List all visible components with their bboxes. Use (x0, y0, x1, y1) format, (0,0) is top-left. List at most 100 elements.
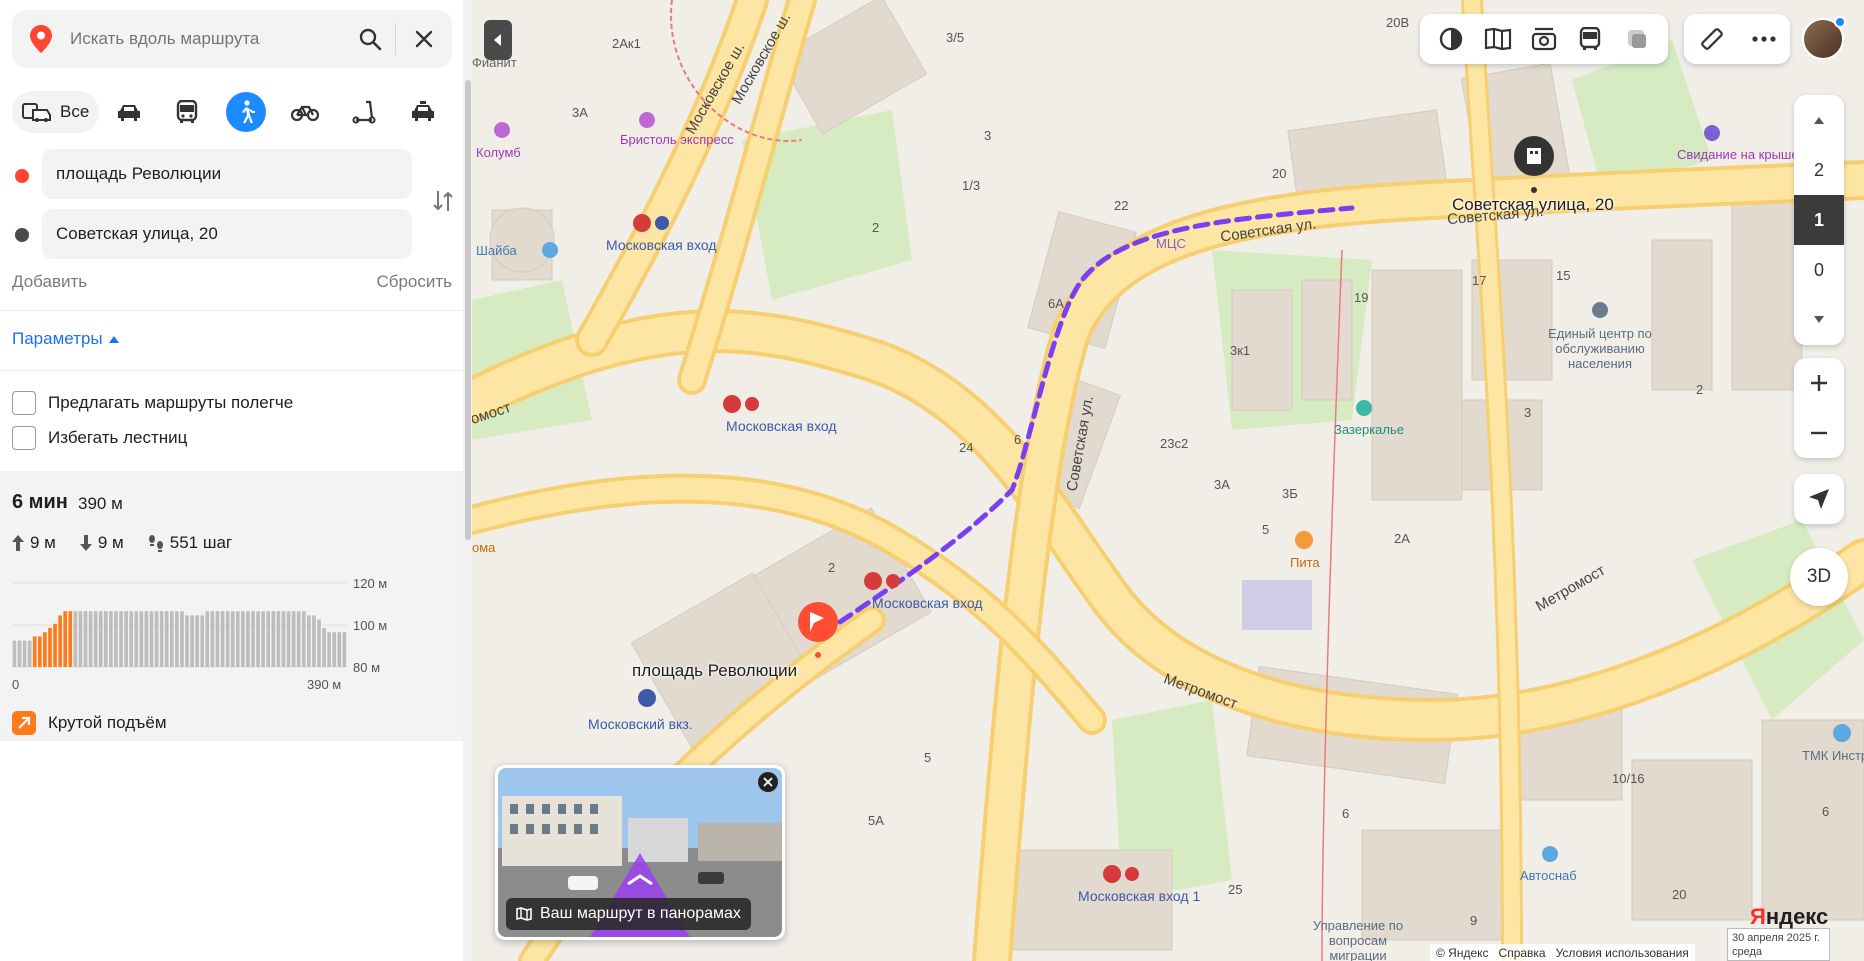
elevation-bar (220, 611, 225, 667)
route-actions: Добавить Сбросить (12, 272, 452, 292)
help-link[interactable]: Справка (1499, 946, 1546, 960)
elevation-chart: 120 м 100 м 80 м 0 390 м (12, 576, 387, 692)
reset-route-link[interactable]: Сбросить (376, 272, 452, 292)
metro-label: Московская вход (606, 237, 717, 253)
house-number: 17 (1472, 273, 1487, 288)
overlay-button[interactable] (1615, 17, 1659, 61)
option-easier-routes[interactable]: Предлагать маршруты полегче (12, 391, 293, 415)
option-avoid-stairs[interactable]: Избегать лестниц (12, 426, 187, 450)
mode-taxi-button[interactable] (393, 90, 452, 134)
ascent-value: 9 м (30, 533, 56, 552)
mode-all-button[interactable]: Все (12, 91, 100, 133)
elevation-bar (149, 611, 154, 667)
transit-button[interactable] (1568, 17, 1612, 61)
route-summary[interactable]: 6 мин 390 м 9 м 9 м 551 шаг 120 м 100 м 80… (0, 471, 463, 741)
elevation-bar (291, 611, 296, 667)
house-number: 2 (872, 220, 880, 235)
arrow-down-icon (79, 535, 92, 551)
walk-icon (242, 100, 256, 123)
mode-scooter-button[interactable] (334, 90, 393, 134)
floor-2-button[interactable]: 2 (1794, 145, 1844, 195)
layers-button[interactable] (1429, 17, 1473, 61)
elevation-bar (322, 628, 326, 667)
start-point-dot (15, 169, 29, 183)
house-number: 25 (1228, 882, 1243, 897)
elevation-bar (98, 611, 103, 667)
house-number: 3А (572, 105, 588, 120)
copyright-link[interactable]: © Яндекс (1436, 946, 1489, 960)
mode-bus-button[interactable] (158, 90, 217, 134)
checkbox[interactable] (12, 426, 36, 450)
elevation-bar (210, 611, 215, 667)
metro-label: Московская вход (872, 595, 983, 611)
panel-scrollbar-thumb[interactable] (465, 80, 471, 540)
house-number: 9 (1470, 913, 1478, 928)
panorama-caption-text: Ваш маршрут в панорамах (540, 905, 741, 922)
house-number: 3Б (1282, 486, 1298, 501)
zoom-in-button[interactable] (1794, 358, 1844, 408)
search-icon[interactable] (345, 10, 395, 68)
more-button[interactable] (1742, 17, 1786, 61)
terms-link[interactable]: Условия использования (1556, 946, 1689, 960)
ruler-button[interactable] (1689, 17, 1733, 61)
elevation-bar (225, 611, 230, 667)
panorama-caption[interactable]: Ваш маршрут в панорамах (506, 898, 751, 930)
elevation-x-start: 0 (12, 677, 19, 692)
close-icon[interactable] (396, 10, 452, 68)
params-toggle[interactable]: Параметры (12, 329, 119, 349)
elevation-bar (317, 619, 321, 667)
elevation-bar (139, 611, 144, 667)
elevation-bar (235, 611, 240, 667)
elevation-bar (306, 615, 311, 667)
checkbox[interactable] (12, 391, 36, 415)
elevation-bar (17, 640, 22, 667)
my-location-button[interactable] (1794, 474, 1844, 524)
map-mode-button[interactable] (1476, 17, 1520, 61)
elevation-bar (337, 632, 342, 667)
floor-down-icon[interactable] (1794, 295, 1844, 345)
elevation-bar (48, 628, 52, 667)
route-start-field[interactable]: площадь Революции (42, 149, 412, 199)
map-layers-toolbar (1420, 14, 1668, 64)
swap-points-icon[interactable] (428, 186, 458, 216)
house-number: ома (472, 540, 496, 555)
floor-up-icon[interactable] (1794, 95, 1844, 145)
option-label: Предлагать маршруты полегче (48, 393, 294, 412)
metro-label: Московская вход 1 (1078, 888, 1201, 904)
mode-bike-button[interactable] (276, 90, 335, 134)
search-input[interactable] (70, 29, 345, 49)
steep-climb-label: Крутой подъём (48, 713, 167, 732)
elevation-bar (37, 636, 42, 667)
divider (0, 310, 463, 311)
house-number: 5 (924, 750, 932, 765)
elevation-bar (296, 611, 301, 667)
mode-walk-button[interactable] (217, 90, 276, 134)
elevation-bar (68, 611, 73, 667)
poi-label: МЦС (1156, 236, 1186, 251)
car-icon (117, 105, 140, 121)
zoom-out-button[interactable] (1794, 408, 1844, 458)
navigation-arrow-icon (1809, 489, 1829, 509)
close-icon[interactable] (758, 772, 778, 792)
panorama-button[interactable] (1522, 17, 1566, 61)
collapse-panel-button[interactable] (484, 20, 512, 60)
3d-toggle-button[interactable]: 3D (1790, 548, 1848, 606)
floor-1-button[interactable]: 1 (1794, 195, 1844, 245)
chevron-up-icon (108, 336, 119, 343)
elevation-bar (281, 611, 286, 667)
elevation-bar (286, 611, 291, 667)
camera-icon (1531, 27, 1557, 51)
add-point-link[interactable]: Добавить (12, 272, 87, 292)
floor-0-button[interactable]: 0 (1794, 245, 1844, 295)
route-end-field[interactable]: Советская улица, 20 (42, 209, 412, 259)
end-point-dot (15, 228, 29, 242)
elevation-bar (175, 611, 179, 667)
mode-car-button[interactable] (99, 90, 158, 134)
elevation-bar (12, 640, 17, 667)
map-view[interactable]: Советская улица, 20 площадь Революции Мо… (472, 0, 1864, 961)
yandex-logo: Яндекс (1750, 904, 1829, 929)
route-search-box[interactable] (12, 10, 452, 68)
elevation-bar (241, 611, 245, 667)
elevation-y-label: 120 м (353, 576, 387, 591)
panorama-card[interactable]: Ваш маршрут в панорамах (495, 765, 785, 940)
